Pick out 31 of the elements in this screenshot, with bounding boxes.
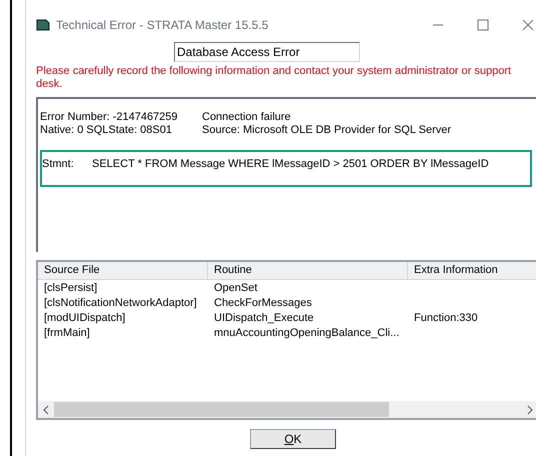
window-title: Technical Error - STRATA Master 15.5.5 <box>56 17 268 34</box>
table-cell-text: Function:330 <box>414 311 478 326</box>
native-label: Native: <box>40 124 74 137</box>
table-cell-text: [modUIDispatch] <box>44 311 126 326</box>
error-source: Source: Microsoft OLE DB Provider for SQL Server <box>202 124 452 137</box>
scrollbar-thumb[interactable] <box>54 402 389 417</box>
table-cell-text: [clsNotificationNetworkAdaptor] <box>44 296 197 312</box>
error-title-field[interactable]: Database Access Error <box>174 42 360 62</box>
table-cell-text: [frmMain] <box>44 326 90 342</box>
close-icon[interactable] <box>522 19 534 31</box>
instruction-text: Please carefully record the following information and contact your system administrator or support desk. <box>36 65 512 91</box>
error-description: Connection failure <box>202 111 291 124</box>
column-header[interactable]: Extra Information <box>408 262 536 279</box>
ok-button[interactable]: OK <box>250 429 336 449</box>
table-cell-text: OpenSet <box>214 281 258 296</box>
table-cell-text: CheckForMessages <box>214 296 312 312</box>
maximize-icon[interactable] <box>477 19 489 31</box>
sqlstate-value: 08S01 <box>140 124 172 137</box>
statement-label: Stmnt: <box>42 157 75 172</box>
column-header[interactable]: Source File <box>38 262 208 279</box>
column-header[interactable]: Routine <box>208 262 408 279</box>
error-number-label: Error Number: <box>40 111 110 124</box>
app-icon <box>36 19 50 31</box>
native-value: 0 <box>77 124 84 137</box>
table-cell-text: UIDispatch_Execute <box>214 311 314 326</box>
sql-statement: SELECT * FROM Message WHERE lMessageID > 2501 ORDER BY lMessageID <box>92 157 489 172</box>
table-cell-text: mnuAccountingOpeningBalance_Cli... <box>214 326 400 342</box>
horizontal-scrollbar[interactable] <box>38 401 536 418</box>
error-number: -2147467259 <box>112 111 178 124</box>
sqlstate-label: SQLState: <box>86 124 138 137</box>
table-cell-text: [clsPersist] <box>44 281 98 296</box>
